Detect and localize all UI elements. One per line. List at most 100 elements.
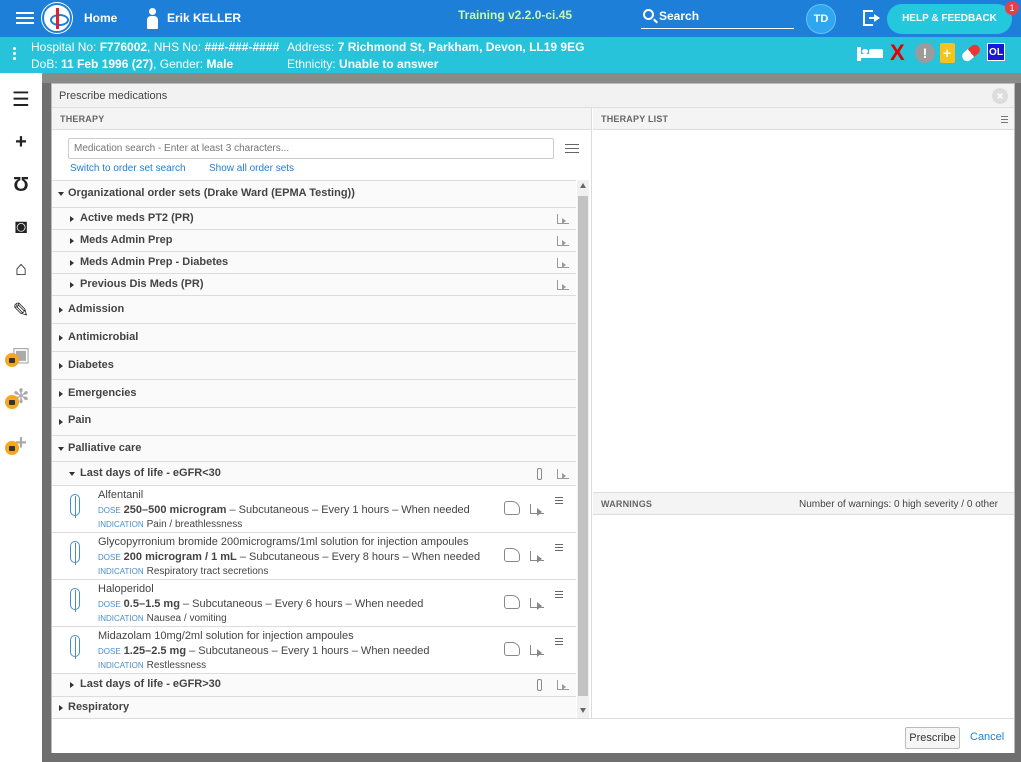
nav-add[interactable]: +	[0, 122, 42, 162]
cancel-link[interactable]: Cancel	[970, 731, 1004, 743]
user-avatar[interactable]: TD	[806, 4, 836, 34]
close-icon[interactable]: ×	[992, 88, 1008, 104]
med-menu-icon[interactable]	[555, 591, 563, 600]
med-name: Glycopyrronium bromide 200micrograms/1ml…	[98, 536, 469, 548]
add-to-therapy-icon[interactable]	[530, 504, 544, 516]
hamburger-menu-icon[interactable]	[16, 9, 34, 27]
current-user-name[interactable]: Erik KELLER	[167, 11, 241, 25]
tree-node-label: Pain	[68, 414, 92, 426]
patient-ids: Hospital No: F776002, NHS No: ###-###-##…	[31, 40, 279, 54]
add-order-set-icon[interactable]	[557, 258, 569, 268]
med-item[interactable]: Midazolam 10mg/2ml solution for injectio…	[52, 627, 576, 674]
tree-node-label: Antimicrobial	[68, 331, 139, 343]
ol-badge-icon[interactable]: OL	[987, 43, 1005, 61]
edit-prescribe-icon[interactable]	[504, 501, 520, 515]
info-icon[interactable]	[537, 468, 542, 480]
tree-node-group[interactable]: Respiratory	[52, 697, 576, 719]
lock-icon	[5, 441, 19, 455]
logout-icon[interactable]	[863, 10, 881, 26]
chevron-right-icon	[70, 238, 74, 244]
nav-stethoscope[interactable]: Ʊ	[0, 165, 42, 205]
medication-search[interactable]	[68, 138, 554, 159]
vertical-dots-icon[interactable]	[13, 47, 16, 62]
camera-icon: ◙	[14, 216, 28, 238]
edit-prescribe-icon[interactable]	[504, 548, 520, 562]
add-to-therapy-icon[interactable]	[530, 551, 544, 563]
tree-scrollbar[interactable]	[577, 180, 589, 718]
tree-node-sub-egfr-lt30[interactable]: Last days of life - eGFR<30	[52, 462, 576, 486]
pill-icon[interactable]	[960, 42, 982, 64]
clipboard-icon[interactable]	[940, 43, 955, 63]
help-feedback-button[interactable]: HELP & FEEDBACK	[887, 4, 1012, 34]
therapy-header-label: THERAPY	[60, 114, 105, 124]
tree-node-group[interactable]: Emergencies	[52, 380, 576, 408]
med-item[interactable]: Haloperidol DOSE 0.5–1.5 mg – Subcutaneou…	[52, 580, 576, 627]
tree-node-group[interactable]: Admission	[52, 296, 576, 324]
med-item[interactable]: Glycopyrronium bromide 200micrograms/1ml…	[52, 533, 576, 580]
tree-node-group[interactable]: Antimicrobial	[52, 324, 576, 352]
tree-node-org-child[interactable]: Meds Admin Prep - Diabetes	[52, 252, 576, 274]
dialog-title: Prescribe medications	[59, 90, 168, 102]
indication-value: Respiratory tract secretions	[146, 566, 269, 577]
chevron-right-icon	[59, 391, 63, 397]
hospital-no: F776002	[99, 40, 148, 54]
prescribe-button[interactable]: Prescribe	[905, 727, 960, 749]
tree-node-org-child[interactable]: Previous Dis Meds (PR)	[52, 274, 576, 296]
warning-icon[interactable]: !	[915, 43, 935, 63]
scroll-thumb[interactable]	[578, 196, 588, 696]
add-to-therapy-icon[interactable]	[530, 598, 544, 610]
med-dose: DOSE 1.25–2.5 mg – Subcutaneous – Every 1…	[98, 645, 429, 657]
tree-node-palliative[interactable]: Palliative care	[52, 436, 576, 462]
medication-icon	[67, 635, 85, 659]
global-search[interactable]: Search	[641, 5, 794, 29]
resus-status-icon[interactable]: X	[890, 42, 908, 64]
home-link[interactable]: Home	[84, 11, 117, 25]
add-order-set-icon[interactable]	[557, 469, 569, 479]
med-menu-icon[interactable]	[555, 638, 563, 647]
tree-node-org[interactable]: Organizational order sets (Drake Ward (E…	[52, 181, 576, 208]
add-order-set-icon[interactable]	[557, 680, 569, 690]
nav-locked-3[interactable]: +	[0, 423, 42, 463]
nav-locked-2[interactable]: ✻	[0, 377, 42, 417]
add-order-set-icon[interactable]	[557, 214, 569, 224]
chevron-right-icon	[59, 363, 63, 369]
therapy-list-menu-icon[interactable]	[1001, 116, 1008, 125]
therapy-header: THERAPY	[52, 108, 591, 130]
dose-key: DOSE	[98, 553, 121, 562]
ethnicity-label: Ethnicity:	[287, 57, 340, 71]
tree-node-org-child[interactable]: Meds Admin Prep	[52, 230, 576, 252]
medication-search-input[interactable]	[69, 139, 553, 158]
search-options-menu-icon[interactable]	[565, 144, 579, 154]
info-icon[interactable]	[537, 679, 542, 691]
tree-node-sub-egfr-gt30[interactable]: Last days of life - eGFR>30	[52, 674, 576, 697]
edit-prescribe-icon[interactable]	[504, 595, 520, 609]
tree-node-org-child[interactable]: Active meds PT2 (PR)	[52, 208, 576, 230]
scroll-up-icon[interactable]	[580, 183, 586, 188]
tree-node-label: Diabetes	[68, 359, 114, 371]
med-menu-icon[interactable]	[555, 497, 563, 506]
chevron-right-icon	[59, 419, 63, 425]
warnings-header: WARNINGS Number of warnings: 0 high seve…	[593, 493, 1014, 515]
list-icon: ☰	[12, 89, 30, 111]
nav-list[interactable]: ☰	[0, 80, 42, 120]
add-order-set-icon[interactable]	[557, 280, 569, 290]
show-all-order-sets-link[interactable]: Show all order sets	[209, 163, 294, 174]
nav-camera[interactable]: ◙	[0, 207, 42, 247]
tree-node-group[interactable]: Pain	[52, 408, 576, 436]
nav-signature[interactable]: ✎	[0, 291, 42, 331]
nav-home-health[interactable]: ⌂	[0, 249, 42, 289]
add-order-set-icon[interactable]	[557, 236, 569, 246]
med-item[interactable]: Alfentanil DOSE 250–500 microgram – Subcu…	[52, 486, 576, 533]
tree-node-group[interactable]: Diabetes	[52, 352, 576, 380]
scroll-down-icon[interactable]	[580, 708, 586, 713]
add-to-therapy-icon[interactable]	[530, 645, 544, 657]
med-menu-icon[interactable]	[555, 544, 563, 553]
edit-prescribe-icon[interactable]	[504, 642, 520, 656]
bed-icon[interactable]	[857, 43, 883, 63]
tree-node-label: Respiratory	[68, 701, 130, 713]
nhs-no: ###-###-####	[204, 40, 280, 54]
switch-order-set-link[interactable]: Switch to order set search	[70, 163, 186, 174]
nhs-no-label: , NHS No:	[147, 40, 205, 54]
hospital-no-label: Hospital No:	[31, 40, 100, 54]
nav-locked-1[interactable]: ▣	[0, 335, 42, 375]
